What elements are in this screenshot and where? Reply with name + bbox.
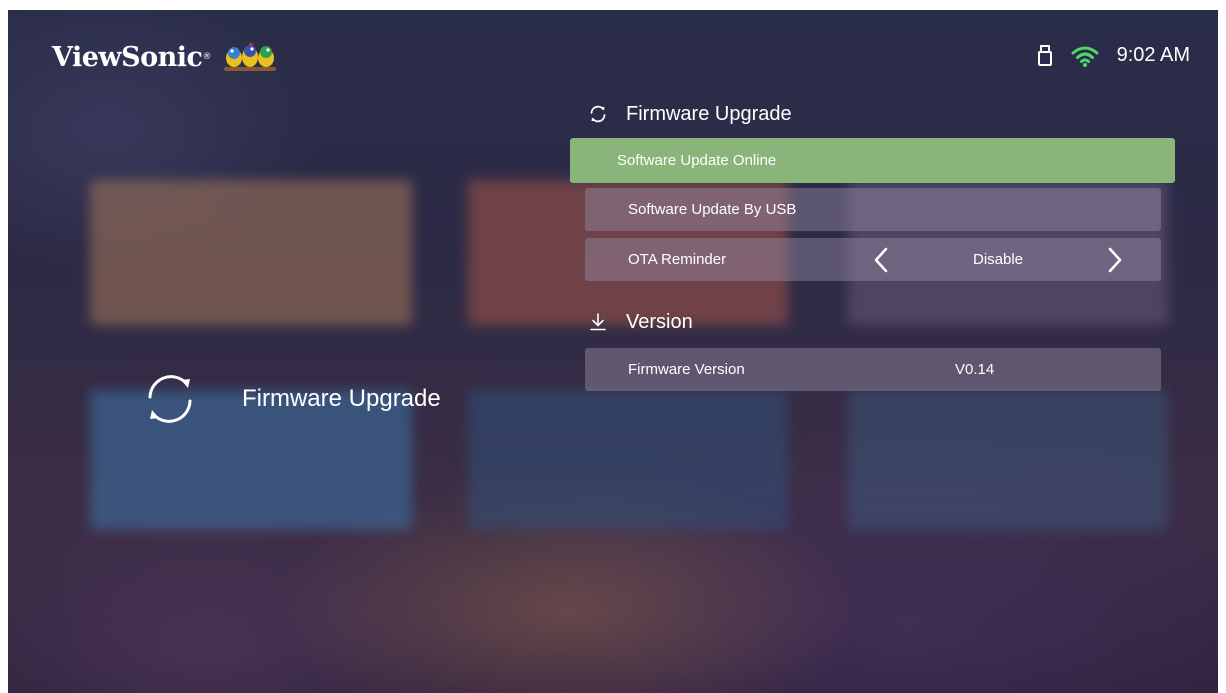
usb-icon: [1037, 44, 1052, 66]
download-icon: [590, 313, 606, 331]
background-tile: [468, 390, 788, 530]
birds-logo-icon: [223, 42, 276, 71]
menu-item-label: OTA Reminder: [628, 251, 727, 268]
software-update-online-item[interactable]: Software Update Online: [570, 138, 1175, 183]
status-bar: 9:02 AM: [1037, 44, 1190, 67]
projector-home-screen: ViewSonic ® 9:02 AM Firmware Upgrade Fir…: [8, 10, 1218, 693]
refresh-icon: [148, 375, 192, 423]
background-tile: [848, 390, 1168, 530]
menu-item-label: Software Update By USB: [628, 201, 797, 218]
viewsonic-logo: ViewSonic ®: [52, 40, 278, 74]
menu-item-label: Firmware Version: [628, 361, 745, 378]
firmware-version-value: V0.14: [955, 361, 995, 378]
clock: 9:02 AM: [1116, 44, 1190, 66]
firmware-section-title: Firmware Upgrade: [626, 102, 792, 125]
background-tile: [90, 180, 412, 325]
brand-name: ViewSonic: [52, 41, 203, 73]
registered-mark: ®: [202, 52, 212, 62]
refresh-icon: [590, 105, 606, 123]
wifi-icon: [1071, 46, 1099, 67]
firmware-version-item: Firmware Version V0.14: [585, 348, 1161, 391]
version-section-header: Version: [570, 302, 1176, 342]
chevron-right-icon[interactable]: [1107, 247, 1123, 273]
settings-panel: Firmware Upgrade Software Update Online …: [570, 94, 1176, 398]
ota-reminder-value: Disable: [972, 251, 1024, 268]
version-section-title: Version: [626, 310, 693, 333]
category-title: Firmware Upgrade: [242, 385, 441, 412]
firmware-section-header: Firmware Upgrade: [570, 94, 1176, 134]
menu-item-label: Software Update Online: [617, 152, 777, 169]
ota-reminder-item[interactable]: OTA Reminder Disable: [585, 238, 1161, 281]
chevron-left-icon[interactable]: [873, 247, 889, 273]
software-update-by-usb-item[interactable]: Software Update By USB: [585, 188, 1161, 231]
ota-reminder-selector: Disable: [873, 238, 1123, 281]
category-label: Firmware Upgrade: [138, 367, 441, 431]
